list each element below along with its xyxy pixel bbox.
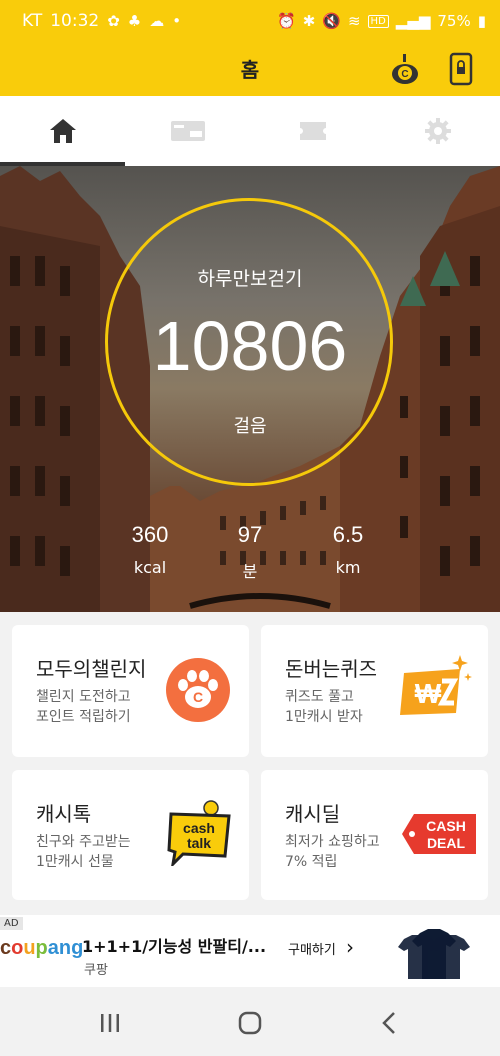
tab-home[interactable]: [0, 96, 125, 166]
status-bar: KT 10:32 ✿ ♣ ☁ • ⏰ ✱ 🔇 ≋ HD ▂▄▆ 75% ▮: [0, 0, 500, 42]
card-title: 모두의챌린지: [36, 657, 147, 681]
dot-icon: •: [172, 12, 182, 30]
home-circle-icon[interactable]: [236, 1010, 264, 1036]
cash-talk-text-2: talk: [187, 835, 211, 851]
paw-coin-icon: C: [165, 657, 231, 727]
distance-value: 6.5: [332, 522, 364, 547]
svg-text:C: C: [193, 689, 203, 705]
alarm-icon: ⏰: [277, 12, 296, 30]
gear-icon: [424, 118, 451, 144]
home-icon: [49, 119, 76, 143]
cash-deal-text-2: DEAL: [427, 835, 466, 851]
cash-talk-icon: cash talk: [167, 800, 233, 870]
hd-icon: HD: [367, 14, 389, 28]
minutes-value: 97: [237, 522, 263, 547]
distance-unit: km: [335, 558, 361, 577]
card-title: 캐시톡: [36, 802, 92, 826]
card-description: 챌린지 도전하고 포인트 적립하기: [36, 689, 131, 725]
notification-icon: ☁: [149, 12, 165, 30]
challenge-card[interactable]: 모두의챌린지 챌린지 도전하고 포인트 적립하기 C: [12, 625, 249, 757]
battery-icon: ▮: [477, 12, 486, 30]
card-description: 친구와 주고받는 1만캐시 선물: [36, 834, 131, 870]
tab-settings[interactable]: [375, 96, 500, 166]
recent-apps-icon[interactable]: [96, 1010, 124, 1036]
coupon-icon: [299, 122, 326, 140]
back-icon[interactable]: [376, 1010, 404, 1036]
wifi-icon: ≋: [347, 12, 361, 30]
ad-tag: AD: [0, 917, 23, 930]
app-bar: 홈 C: [0, 42, 500, 96]
coupang-logo: coupang: [0, 937, 84, 959]
cash-deal-icon: CASH DEAL: [402, 812, 478, 860]
minutes-unit: 분: [242, 562, 258, 581]
cashwalk-character-icon[interactable]: C: [386, 50, 424, 88]
ad-buy-button[interactable]: 구매하기 ›: [288, 935, 354, 959]
card-description: 퀴즈도 풀고 1만캐시 받자: [285, 689, 363, 725]
tab-ticket[interactable]: [125, 96, 250, 166]
ad-buy-label: 구매하기: [288, 943, 336, 958]
cash-talk-text-1: cash: [183, 820, 215, 836]
carrier-label: KT: [22, 11, 43, 31]
phone-lock-icon[interactable]: [442, 50, 480, 88]
step-goal-label: 하루만보걷기: [197, 268, 303, 290]
notification-icon: ♣: [127, 12, 142, 30]
chevron-right-icon: ›: [345, 935, 354, 959]
bluetooth-icon: ✱: [302, 12, 316, 30]
quiz-card[interactable]: 돈버는퀴즈 퀴즈도 풀고 1만캐시 받자 ₩: [261, 625, 488, 757]
svg-text:C: C: [401, 69, 408, 80]
cashtalk-card[interactable]: 캐시톡 친구와 주고받는 1만캐시 선물 cash talk: [12, 770, 249, 900]
won-quiz-icon: ₩: [398, 651, 474, 723]
ad-advertiser: 쿠팡: [84, 963, 108, 978]
cash-deal-text-1: CASH: [426, 818, 466, 834]
minutes-stat: 97 분: [210, 522, 290, 582]
cashdeal-card[interactable]: 캐시딜 최저가 쇼핑하고 7% 적립 CASH DEAL: [261, 770, 488, 900]
tab-bar: [0, 96, 500, 166]
mute-icon: 🔇: [322, 12, 341, 30]
step-count: 10806: [152, 307, 348, 385]
card-title: 캐시딜: [285, 802, 341, 826]
notification-icon: ✿: [107, 12, 120, 30]
card-description: 최저가 쇼핑하고 7% 적립: [285, 834, 380, 870]
page-title: 홈: [240, 58, 260, 82]
calories-stat: 360 kcal: [110, 522, 190, 577]
calories-unit: kcal: [133, 558, 167, 577]
clock: 10:32: [50, 11, 100, 31]
tab-coupon[interactable]: [250, 96, 375, 166]
svg-text:₩: ₩: [415, 678, 442, 709]
battery-label: 75%: [437, 12, 471, 30]
card-title: 돈버는퀴즈: [285, 657, 377, 681]
step-unit: 걸음: [233, 416, 267, 437]
signal-icon: ▂▄▆: [395, 12, 431, 30]
ad-headline: 1+1+1/기능성 반팔티/...: [82, 937, 267, 956]
distance-stat: 6.5 km: [308, 522, 388, 577]
calories-value: 360: [131, 522, 169, 547]
system-nav-bar: [0, 988, 500, 1056]
ad-banner[interactable]: AD coupang 1+1+1/기능성 반팔티/... 쿠팡 구매하기 ›: [0, 915, 500, 987]
tshirt-product-image: [398, 925, 470, 985]
step-counter-panel[interactable]: 하루만보걷기 10806 걸음 360 kcal 97 분 6.5 km: [0, 166, 500, 612]
ticket-icon: [170, 121, 205, 141]
